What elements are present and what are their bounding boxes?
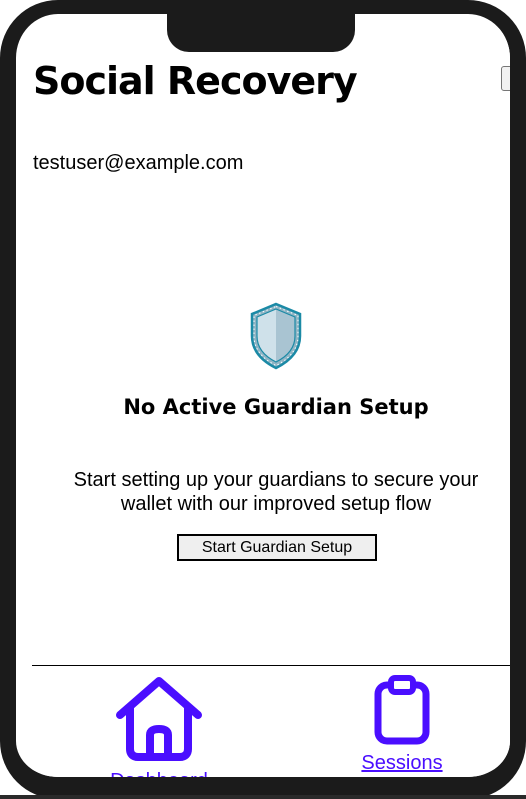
start-guardian-setup-button[interactable]: Start Guardian Setup [177,534,377,561]
shield-icon [250,302,302,370]
app-screen: Social Recovery testuser@example.com No … [32,28,510,791]
nav-label-sessions: Sessions [361,752,443,774]
nav-item-dashboard[interactable]: Dashboard [108,673,210,791]
nav-label-dashboard: Dashboard [110,770,208,791]
device-bottom-edge [0,795,526,799]
empty-state-description: Start setting up your guardians to secur… [73,469,479,515]
menu-box-icon[interactable] [501,66,510,91]
nav-item-sessions[interactable]: Sessions [357,673,447,774]
empty-state-title: No Active Guardian Setup [123,395,429,419]
clipboard-icon [374,675,430,745]
phone-notch [167,0,355,52]
page-title: Social Recovery [33,59,358,103]
bottom-nav-divider [32,665,510,666]
home-icon [116,677,202,761]
phone-frame: Social Recovery testuser@example.com No … [0,0,526,799]
user-email: testuser@example.com [33,152,244,174]
